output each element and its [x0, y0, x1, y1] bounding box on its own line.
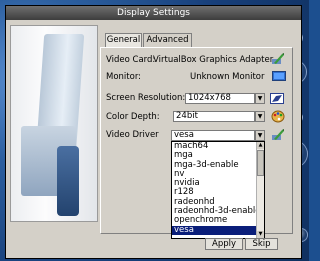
video-driver-config-icon[interactable]: [271, 128, 285, 141]
scroll-thumb[interactable]: [257, 150, 264, 176]
resolution-icon[interactable]: [270, 92, 284, 105]
resolution-select[interactable]: 1024x768: [185, 93, 255, 104]
resolution-label: Screen Resolution:: [106, 93, 186, 103]
tab-general[interactable]: General: [105, 33, 142, 47]
video-driver-dropdown-list[interactable]: mach64 mga mga-3d-enable nv nvidia r128 …: [171, 141, 265, 239]
color-depth-value: 24bit: [176, 111, 198, 121]
video-driver-value: vesa: [174, 130, 194, 140]
video-driver-select[interactable]: vesa: [171, 130, 255, 141]
video-driver-label: Video Driver: [106, 130, 159, 140]
color-palette-icon[interactable]: [271, 110, 285, 123]
window-title[interactable]: Display Settings: [6, 6, 301, 20]
list-item-selected[interactable]: vesa: [172, 225, 264, 235]
video-card-label: Video Card:: [106, 55, 156, 65]
monitor-value: Unknown Monitor: [190, 72, 265, 82]
color-depth-select[interactable]: 24bit: [173, 111, 255, 122]
monitor-label: Monitor:: [106, 72, 142, 82]
apply-button[interactable]: Apply: [205, 238, 243, 250]
scroll-up-arrow-icon[interactable]: ▲: [257, 142, 264, 149]
monitor-icon[interactable]: [272, 70, 286, 83]
resolution-dropdown-button[interactable]: ▼: [255, 93, 265, 104]
color-depth-label: Color Depth:: [106, 112, 160, 122]
video-card-value: VirtualBox Graphics Adapter: [153, 55, 274, 65]
monitor-illustration: [10, 25, 98, 222]
color-depth-dropdown-button[interactable]: ▼: [255, 111, 265, 122]
dropdown-scrollbar[interactable]: ▲ ▼: [256, 142, 264, 238]
tab-advanced[interactable]: Advanced: [143, 33, 192, 47]
skip-button[interactable]: Skip: [245, 238, 278, 250]
video-driver-dropdown-button[interactable]: ▼: [255, 130, 265, 141]
resolution-value: 1024x768: [188, 93, 231, 103]
list-item[interactable]: mga-3d-enable: [172, 160, 264, 170]
scroll-down-arrow-icon[interactable]: ▼: [257, 231, 264, 238]
video-card-config-icon[interactable]: [271, 52, 285, 65]
